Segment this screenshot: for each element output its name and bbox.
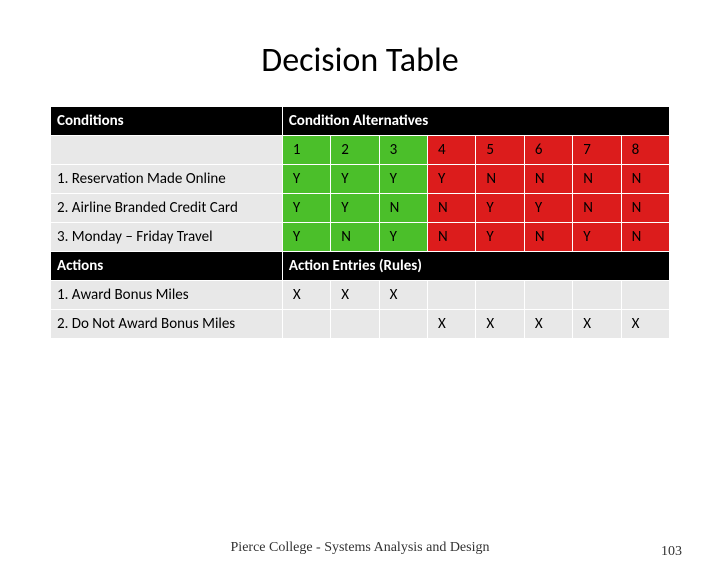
action-cell: X: [524, 310, 572, 339]
action-row: 2. Do Not Award Bonus Miles X X X X X: [51, 310, 670, 339]
cond-cell: N: [428, 223, 476, 252]
cond-cell: Y: [428, 165, 476, 194]
action-cell: [476, 281, 524, 310]
action-cell: X: [476, 310, 524, 339]
cond-cell: Y: [379, 165, 427, 194]
decision-table: Conditions Condition Alternatives 1 2 3 …: [50, 106, 670, 339]
cond-cell: N: [524, 223, 572, 252]
action-cell: [379, 310, 427, 339]
condition-row: 1. Reservation Made Online Y Y Y Y N N N…: [51, 165, 670, 194]
condition-row: 2. Airline Branded Credit Card Y Y N N Y…: [51, 194, 670, 223]
action-label: 2. Do Not Award Bonus Miles: [51, 310, 283, 339]
cond-cell: Y: [524, 194, 572, 223]
cond-cell: Y: [331, 165, 379, 194]
cond-cell: N: [573, 165, 621, 194]
col-3: 3: [379, 136, 427, 165]
condition-label: 1. Reservation Made Online: [51, 165, 283, 194]
action-cell: X: [573, 310, 621, 339]
condition-alternatives-header: Condition Alternatives: [282, 107, 669, 136]
action-cell: X: [621, 310, 669, 339]
action-entries-header: Action Entries (Rules): [282, 252, 669, 281]
col-8: 8: [621, 136, 669, 165]
cond-cell: N: [428, 194, 476, 223]
cond-cell: N: [621, 223, 669, 252]
cond-cell: N: [524, 165, 572, 194]
condition-row: 3. Monday – Friday Travel Y N Y N Y N Y …: [51, 223, 670, 252]
cond-cell: N: [573, 194, 621, 223]
col-2: 2: [331, 136, 379, 165]
col-5: 5: [476, 136, 524, 165]
cond-cell: Y: [282, 223, 330, 252]
cond-cell: Y: [282, 194, 330, 223]
cond-cell: Y: [573, 223, 621, 252]
cond-cell: N: [621, 165, 669, 194]
conditions-header: Conditions: [51, 107, 283, 136]
condition-label: 2. Airline Branded Credit Card: [51, 194, 283, 223]
blank-label: [51, 136, 283, 165]
action-cell: [621, 281, 669, 310]
action-cell: X: [331, 281, 379, 310]
action-cell: [524, 281, 572, 310]
action-cell: [282, 310, 330, 339]
cond-cell: Y: [476, 194, 524, 223]
action-row: 1. Award Bonus Miles X X X: [51, 281, 670, 310]
action-cell: [573, 281, 621, 310]
cond-cell: Y: [476, 223, 524, 252]
header-conditions-row: Conditions Condition Alternatives: [51, 107, 670, 136]
page-title: Decision Table: [0, 40, 720, 81]
action-cell: X: [428, 310, 476, 339]
action-cell: X: [379, 281, 427, 310]
col-7: 7: [573, 136, 621, 165]
header-actions-row: Actions Action Entries (Rules): [51, 252, 670, 281]
cond-cell: Y: [282, 165, 330, 194]
cond-cell: Y: [331, 194, 379, 223]
cond-cell: Y: [379, 223, 427, 252]
actions-header: Actions: [51, 252, 283, 281]
action-cell: [331, 310, 379, 339]
cond-cell: N: [379, 194, 427, 223]
condition-label: 3. Monday – Friday Travel: [51, 223, 283, 252]
cond-cell: N: [621, 194, 669, 223]
action-cell: X: [282, 281, 330, 310]
page-number: 103: [661, 544, 682, 560]
col-1: 1: [282, 136, 330, 165]
col-6: 6: [524, 136, 572, 165]
action-cell: [428, 281, 476, 310]
cond-cell: N: [476, 165, 524, 194]
cond-cell: N: [331, 223, 379, 252]
col-4: 4: [428, 136, 476, 165]
column-numbers-row: 1 2 3 4 5 6 7 8: [51, 136, 670, 165]
footer-text: Pierce College - Systems Analysis and De…: [0, 540, 720, 556]
action-label: 1. Award Bonus Miles: [51, 281, 283, 310]
